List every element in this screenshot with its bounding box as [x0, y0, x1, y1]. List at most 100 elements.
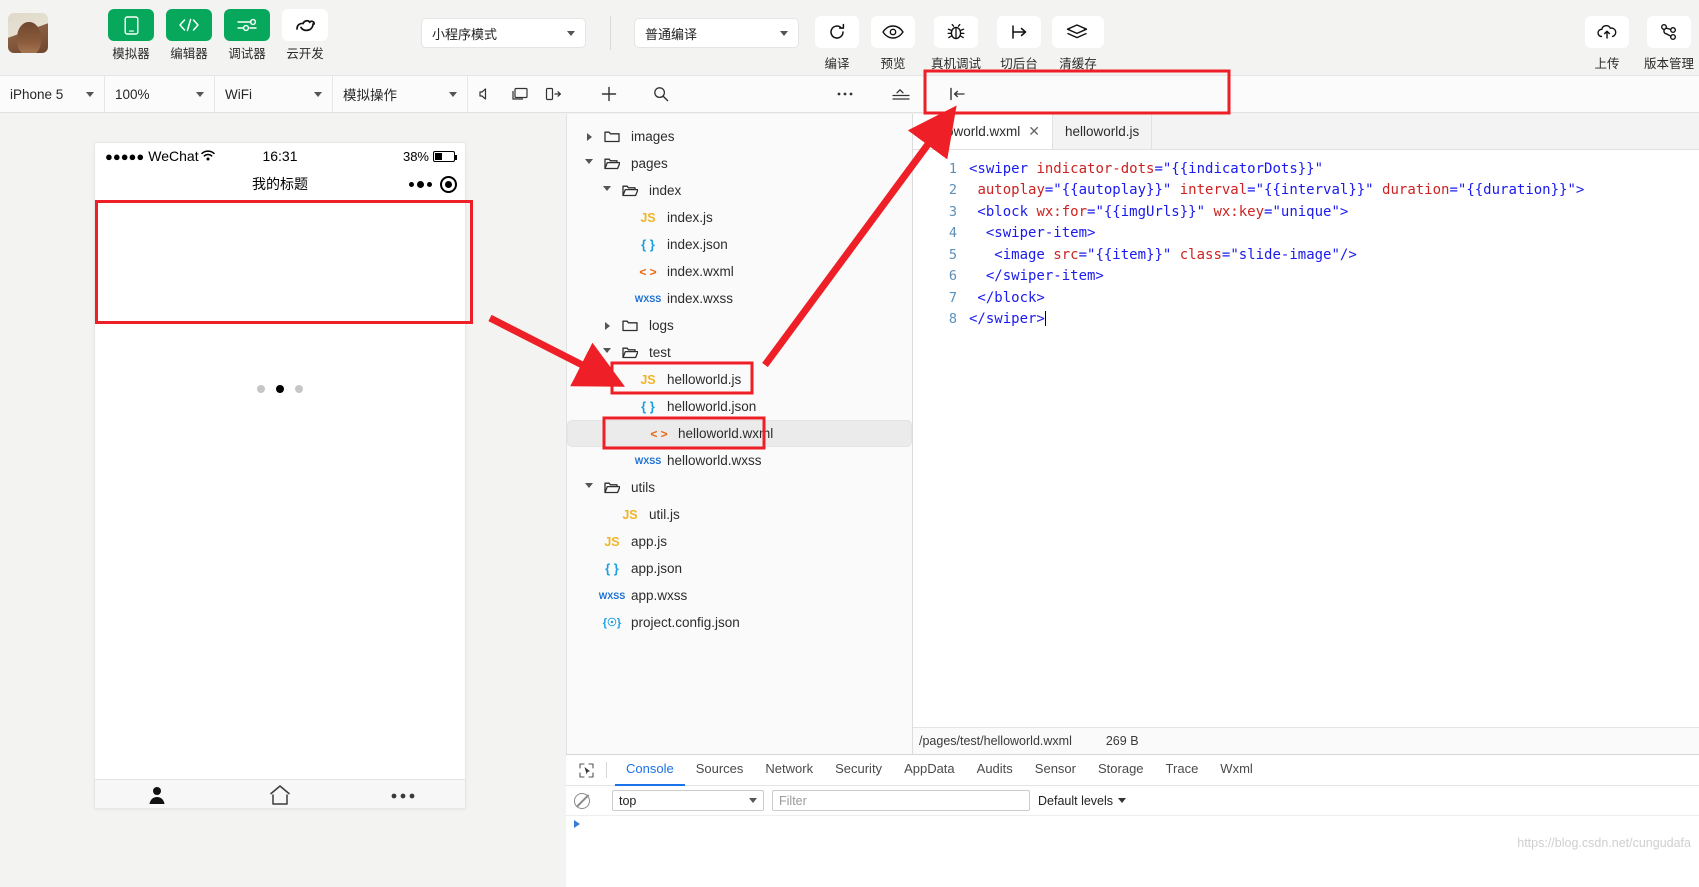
tool-cloud-dev[interactable]: 云开发	[282, 9, 328, 62]
rotate-icon[interactable]	[536, 75, 570, 113]
tool-editor[interactable]: 编辑器	[166, 9, 212, 62]
avatar[interactable]	[8, 13, 48, 53]
more-dots-icon[interactable]	[409, 180, 432, 188]
collapse-icon[interactable]	[940, 75, 974, 113]
devtools-tab-trace[interactable]: Trace	[1155, 754, 1210, 786]
tree-item-app-json[interactable]: { } app.json	[567, 555, 912, 582]
more-icon[interactable]	[828, 75, 862, 113]
filter-input[interactable]	[772, 790, 1030, 811]
tool-simulator[interactable]: 模拟器	[108, 9, 154, 62]
action-clear-cache-label: 清缓存	[1059, 57, 1097, 71]
action-clear-cache[interactable]: 清缓存	[1051, 16, 1105, 72]
editor-pane: helloworld.wxml ✕ helloworld.js 1 <swiper i…	[913, 114, 1699, 754]
action-compile-label: 编译	[824, 57, 850, 71]
clear-console-icon[interactable]	[574, 792, 590, 809]
tree-item-app-js[interactable]: JS app.js	[567, 528, 912, 555]
tree-item-label: util.js	[649, 507, 680, 522]
tree-item-helloworld-wxss[interactable]: WXSS helloworld.wxss	[567, 447, 912, 474]
network-select[interactable]: WiFi	[215, 75, 333, 113]
battery-percent: 38%	[402, 148, 429, 164]
tree-item-index-js[interactable]: JS index.js	[567, 204, 912, 231]
devtools-tab-security[interactable]: Security	[824, 754, 893, 786]
phone-simulator[interactable]: ●●●●● WeChat 16:31 38% 我的标题	[95, 143, 465, 808]
levels-select[interactable]: Default levels	[1038, 794, 1127, 808]
code-line: 2 autoplay="{{autoplay}}" interval="{{in…	[913, 180, 1699, 202]
tabbar-item-contacts[interactable]: 通信录	[95, 780, 218, 808]
wxss-file-icon: WXSS	[598, 590, 626, 601]
editor-tabs: helloworld.wxml ✕ helloworld.js	[913, 114, 1699, 150]
tool-debugger[interactable]: 调试器	[224, 9, 270, 62]
console-output[interactable]: https://blog.csdn.net/cungudafa	[566, 816, 1699, 856]
folder-open-icon	[597, 481, 627, 494]
devtools-tab-appdata[interactable]: AppData	[893, 754, 966, 786]
indent-icon[interactable]	[884, 75, 918, 113]
tree-item-index-json[interactable]: { } index.json	[567, 231, 912, 258]
devtools-tab-audits[interactable]: Audits	[966, 754, 1024, 786]
tabbar-item-home[interactable]: 首页	[218, 780, 341, 808]
chevron-right-icon[interactable]	[581, 132, 597, 141]
signal-dots: ●●●●●	[105, 148, 145, 164]
chevron-right-icon[interactable]	[599, 321, 615, 330]
code-area[interactable]: 1 <swiper indicator-dots="{{indicatorDots…	[913, 150, 1699, 727]
tree-item-helloworld-wxml[interactable]: < > helloworld.wxml	[567, 420, 912, 447]
chevron-down-icon[interactable]	[599, 348, 615, 357]
chevron-down-icon[interactable]	[581, 159, 597, 168]
tree-item-label: pages	[631, 156, 668, 171]
tree-item-images[interactable]: images	[567, 123, 912, 150]
zoom-select[interactable]: 100%	[105, 75, 215, 113]
tree-item-index-wxss[interactable]: WXSS index.wxss	[567, 285, 912, 312]
close-icon[interactable]: ✕	[1028, 123, 1040, 140]
close-target-icon[interactable]	[440, 175, 457, 193]
sim-action-select[interactable]: 模拟操作	[333, 75, 468, 113]
device-select[interactable]: iPhone 5	[0, 75, 105, 113]
devtools-tab-wxml[interactable]: Wxml	[1209, 754, 1264, 786]
devtools-tab-storage[interactable]: Storage	[1087, 754, 1155, 786]
inspect-cursor-icon[interactable]	[574, 762, 598, 778]
editor-tab-helloworld-js[interactable]: helloworld.js	[1053, 114, 1153, 149]
chevron-down-icon[interactable]	[599, 186, 615, 195]
swiper-dot[interactable]	[257, 385, 265, 393]
swiper-component[interactable]	[95, 199, 465, 421]
context-select[interactable]: top	[612, 790, 764, 811]
chevron-down-icon	[314, 91, 322, 97]
tree-item-util-js[interactable]: JS util.js	[567, 501, 912, 528]
chevron-down-icon	[567, 30, 575, 36]
tree-item-app-wxss[interactable]: WXSS app.wxss	[567, 582, 912, 609]
tree-item-helloworld-js[interactable]: JS helloworld.js	[567, 366, 912, 393]
tree-item-logs[interactable]: logs	[567, 312, 912, 339]
swiper-dot-active[interactable]	[276, 385, 284, 393]
volume-icon[interactable]	[468, 75, 502, 113]
action-real-device-debug[interactable]: 真机调试	[925, 16, 987, 72]
capsule-buttons[interactable]	[409, 175, 457, 193]
devtools-tab-network[interactable]: Network	[754, 754, 824, 786]
chevron-down-icon[interactable]	[581, 483, 597, 492]
action-preview[interactable]: 预览	[869, 16, 917, 72]
tabbar-item-more[interactable]: 更多	[342, 780, 465, 808]
devtools-tab-sensor[interactable]: Sensor	[1024, 754, 1087, 786]
action-version-control[interactable]: 版本管理	[1639, 16, 1699, 72]
action-compile[interactable]: 编译	[813, 16, 861, 72]
compile-select[interactable]: 普通编译	[634, 18, 799, 48]
editor-tab-helloworld-wxml[interactable]: helloworld.wxml ✕	[913, 114, 1054, 149]
devtools-tab-sources[interactable]: Sources	[685, 754, 755, 786]
tree-item-index-wxml[interactable]: < > index.wxml	[567, 258, 912, 285]
search-icon[interactable]	[644, 75, 678, 113]
code-line: 4 <swiper-item>	[913, 223, 1699, 245]
tree-item-pages[interactable]: pages	[567, 150, 912, 177]
tree-item-helloworld-json[interactable]: { } helloworld.json	[567, 393, 912, 420]
devtools-tab-console[interactable]: Console	[615, 754, 685, 786]
action-upload[interactable]: 上传	[1583, 16, 1631, 72]
tree-item-project-config-json[interactable]: {☉} project.config.json	[567, 609, 912, 636]
devtools-tabs: Console Sources Network Security AppData Audi…	[615, 754, 1264, 786]
mode-select[interactable]: 小程序模式	[421, 18, 586, 48]
tree-item-index[interactable]: index	[567, 177, 912, 204]
action-background[interactable]: 切后台	[995, 16, 1043, 72]
cloud-upload-icon	[1585, 16, 1629, 48]
tree-item-test[interactable]: test	[567, 339, 912, 366]
chevron-down-icon	[749, 798, 757, 803]
plus-icon[interactable]	[592, 75, 626, 113]
screen-icon[interactable]	[502, 75, 536, 113]
tree-item-utils[interactable]: utils	[567, 474, 912, 501]
folder-closed-icon	[597, 130, 627, 143]
swiper-dot[interactable]	[295, 385, 303, 393]
